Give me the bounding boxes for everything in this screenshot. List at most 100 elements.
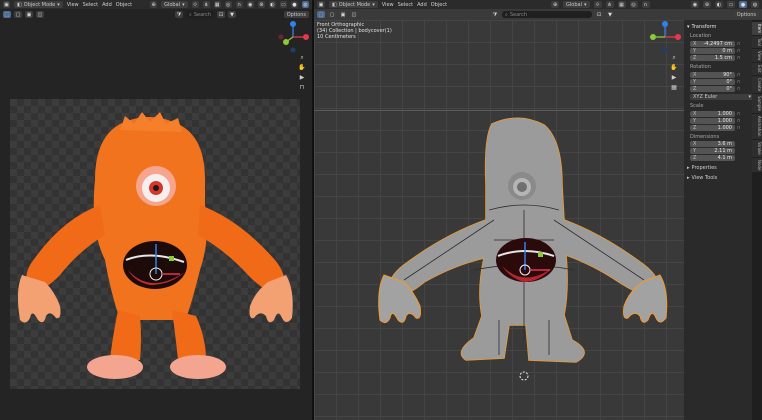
xray-icon[interactable]: ▭ [727,1,735,8]
restrict-icon[interactable]: ⊡ [595,11,603,18]
zoom-icon[interactable]: ⌕ [298,54,306,61]
menu-select[interactable]: Select [83,2,98,8]
filter-icon[interactable]: ⧩ [491,11,499,18]
dimensions-x-field[interactable]: X 3.6 m [690,141,735,147]
shading-solid-icon[interactable]: ● [290,1,298,8]
scale-x-field[interactable]: X 1.000 [690,111,735,117]
filter-icon[interactable]: ⧩ [175,11,183,18]
menu-add[interactable]: Add [102,2,112,8]
lock-icon[interactable]: ⊓ [298,84,306,91]
snap-target-icon[interactable]: ▦ [617,1,626,8]
menu-select[interactable]: Select [398,2,413,8]
properties-panel-header[interactable]: ▸ Properties [687,165,749,171]
tab-create[interactable]: Create [752,76,762,94]
proportional-edit-icon[interactable]: ◎ [224,1,232,8]
location-z-field[interactable]: Z 1.5 cm [690,55,735,61]
overlay-icon[interactable]: ◐ [268,1,276,8]
grid-icon[interactable]: ▦ [670,84,678,91]
rotation-y-field[interactable]: Y 0° [690,79,735,85]
menu-view[interactable]: View [67,2,79,8]
lock-icon[interactable]: ⊓ [737,55,742,60]
proportional-edit-icon[interactable]: ◎ [629,1,638,8]
view-tools-panel-header[interactable]: ▸ View Tools [687,175,749,181]
camera-icon[interactable]: ▶ [670,74,678,81]
select-mode-1-icon[interactable]: ▢ [328,11,336,18]
search-field[interactable]: ⌕ Search [186,11,214,18]
lock-icon[interactable]: ⊓ [737,79,742,84]
tab-sample[interactable]: Sample [752,94,762,114]
lock-icon[interactable]: ⊓ [737,111,742,116]
mode-dropdown[interactable]: ◧ Object Mode ▾ [14,1,63,8]
visibility-icon[interactable]: ◉ [691,1,699,8]
falloff-icon[interactable]: ∩ [641,1,650,8]
funnel-icon[interactable]: ▼ [228,11,236,18]
funnel-icon[interactable]: ▼ [606,11,614,18]
orientation-icon[interactable]: ⊕ [551,1,560,8]
snap-target-icon[interactable]: ▦ [213,1,221,8]
tab-edit[interactable]: Edit [752,63,762,76]
menu-view[interactable]: View [382,2,394,8]
select-mode-3-icon[interactable]: ◫ [350,11,358,18]
navigation-gizmo[interactable] [648,20,682,54]
select-mode-2-icon[interactable]: ▣ [339,11,347,18]
select-mode-1-icon[interactable]: ▢ [14,11,22,18]
location-x-field[interactable]: X -4.2497 cm [690,41,735,47]
zoom-icon[interactable]: ⌕ [670,54,678,61]
left-3d-viewport[interactable]: ▣ ◧ Object Mode ▾ View Select Add Object… [0,0,312,420]
search-field[interactable]: ⌕ Search [502,11,592,18]
rendered-viewport[interactable]: ⌕ ✋ ▶ ⊓ [0,20,312,420]
shading-solid-icon[interactable]: ● [739,1,747,8]
transform-orientation-dropdown[interactable]: Global ▾ [563,1,590,8]
hand-pan-icon[interactable]: ✋ [298,64,306,71]
gizmo-icon[interactable]: ⊛ [257,1,265,8]
snap-icon[interactable]: ⋔ [605,1,614,8]
menu-object[interactable]: Object [431,2,447,8]
rotation-x-field[interactable]: X 90° [690,72,735,78]
rotation-mode-dropdown[interactable]: XYZ Euler ▾ [690,94,754,100]
lock-icon[interactable]: ⊓ [737,86,742,91]
solid-viewport[interactable]: Front Orthographic (34) Collection | bod… [314,20,684,420]
menu-object[interactable]: Object [116,2,132,8]
right-3d-viewport[interactable]: ▣ ◧ Object Mode ▾ View Select Add Object… [314,0,762,420]
select-box-icon[interactable]: ⬚ [317,11,325,18]
tab-node[interactable]: Node [752,157,762,173]
lock-icon[interactable]: ⊓ [737,48,742,53]
transform-panel-header[interactable]: ▾ Transform [687,24,749,30]
tab-tool[interactable]: Tool [752,36,762,48]
lock-icon[interactable]: ⊓ [737,41,742,46]
shading-rendered-icon[interactable]: ◍ [301,1,309,8]
xray-icon[interactable]: ▭ [279,1,287,8]
tab-view[interactable]: View [752,48,762,63]
rotation-z-field[interactable]: Z 0° [690,86,735,92]
hand-pan-icon[interactable]: ✋ [670,64,678,71]
dimensions-y-field[interactable]: Y 2.11 m [690,148,735,154]
scale-y-field[interactable]: Y 1.000 [690,118,735,124]
tab-item[interactable]: Item [752,22,762,36]
tab-stroke[interactable]: Stroke [752,139,762,157]
camera-icon[interactable]: ▶ [298,74,306,81]
shading-rendered-icon[interactable]: ◍ [751,1,759,8]
tab-animation[interactable]: Animation [752,114,762,139]
gizmo-icon[interactable]: ⊛ [703,1,711,8]
pivot-icon[interactable]: ⟐ [191,1,199,8]
orientation-icon[interactable]: ⊕ [150,1,158,8]
select-mode-3-icon[interactable]: ◫ [36,11,44,18]
lock-icon[interactable]: ⊓ [737,118,742,123]
overlay-icon[interactable]: ◐ [715,1,723,8]
pivot-icon[interactable]: ⟐ [593,1,602,8]
restrict-icon[interactable]: ⊡ [217,11,225,18]
options-button[interactable]: Options [733,11,759,18]
visibility-icon[interactable]: ◉ [246,1,254,8]
transform-orientation-dropdown[interactable]: Global ▾ [161,1,188,8]
mode-dropdown[interactable]: ◧ Object Mode ▾ [329,1,378,8]
editor-type-icon[interactable]: ▣ [317,1,325,8]
location-y-field[interactable]: Y 0 m [690,48,735,54]
select-box-icon[interactable]: ⬚ [3,11,11,18]
snap-icon[interactable]: ⋔ [202,1,210,8]
options-button[interactable]: Options [283,11,309,18]
lock-icon[interactable]: ⊓ [737,72,742,77]
lock-icon[interactable]: ⊓ [737,125,742,130]
navigation-gizmo[interactable] [276,20,310,54]
scale-z-field[interactable]: Z 1.000 [690,125,735,131]
dimensions-z-field[interactable]: Z 4.1 m [690,155,735,161]
